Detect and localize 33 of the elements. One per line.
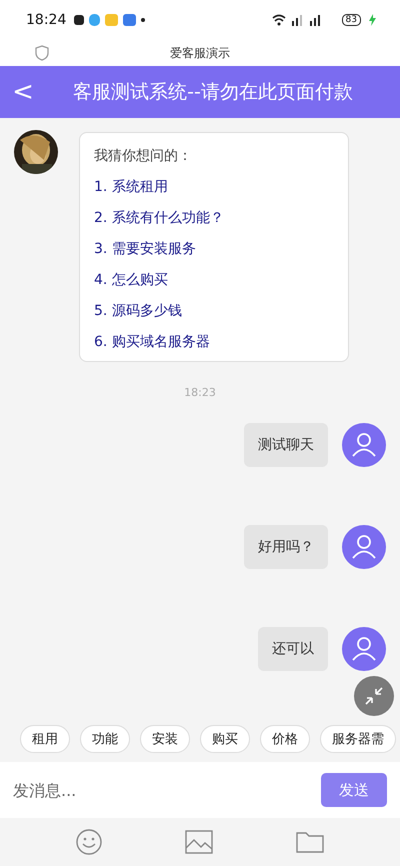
- shield-icon[interactable]: [35, 45, 49, 61]
- suggestion-link[interactable]: 6. 购买域名服务器: [94, 333, 334, 351]
- quick-reply-chip[interactable]: 功能: [80, 725, 130, 753]
- user-avatar-icon: [342, 423, 386, 467]
- dot-icon: [141, 18, 146, 22]
- emoji-icon[interactable]: [76, 829, 102, 855]
- collapse-icon: [363, 685, 385, 707]
- suggestion-link[interactable]: 1. 系统租用: [94, 178, 334, 196]
- collapse-button[interactable]: [354, 676, 394, 716]
- battery-level: 83: [342, 14, 361, 26]
- quick-reply-chip[interactable]: 购买: [200, 725, 250, 753]
- suggestion-link[interactable]: 3. 需要安装服务: [94, 240, 334, 258]
- suggestion-link[interactable]: 4. 怎么购买: [94, 271, 334, 289]
- back-button[interactable]: <: [0, 77, 46, 107]
- quick-reply-chip[interactable]: 安装: [140, 725, 190, 753]
- message-bubble: 还可以: [258, 627, 328, 671]
- suggestion-title: 我猜你想问的：: [94, 147, 193, 165]
- quick-reply-chip[interactable]: 租用: [20, 725, 70, 753]
- chat-title: 客服测试系统--请勿在此页面付款: [72, 80, 354, 105]
- quick-reply-chip[interactable]: 服务器需: [320, 725, 396, 753]
- folder-icon[interactable]: [296, 831, 324, 853]
- message-bubble: 测试聊天: [244, 423, 328, 467]
- status-time: 18:24: [26, 12, 66, 28]
- suggestion-link[interactable]: 2. 系统有什么功能？: [94, 209, 334, 227]
- message-bubble: 好用吗？: [244, 525, 328, 569]
- user-avatar-icon: [342, 525, 386, 569]
- page-title: 爱客服演示: [170, 44, 230, 62]
- user-avatar-icon: [342, 627, 386, 671]
- message-time: 18:23: [183, 386, 217, 399]
- charging-icon: [369, 14, 376, 26]
- image-icon[interactable]: [184, 830, 213, 854]
- suggestion-link[interactable]: 5. 源码多少钱: [94, 302, 334, 320]
- quick-reply-chip[interactable]: 价格: [260, 725, 310, 753]
